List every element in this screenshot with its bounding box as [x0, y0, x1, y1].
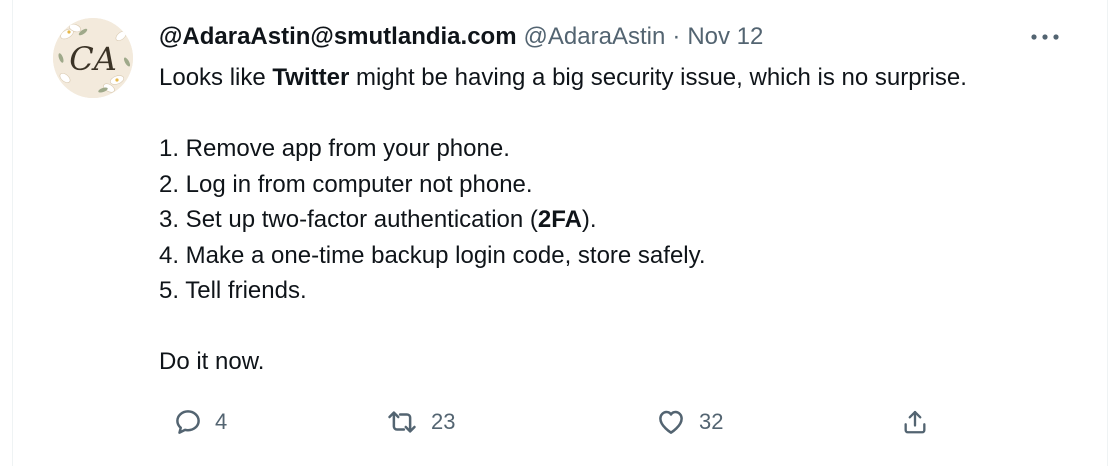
retweet-button[interactable]: 23	[385, 398, 455, 446]
step-1: 1. Remove app from your phone.	[159, 135, 510, 162]
step-2: 2. Log in from computer not phone.	[159, 170, 533, 198]
closing-line: Do it now.	[159, 348, 265, 375]
svg-text:CA: CA	[69, 40, 117, 78]
action-bar: 4 23 32	[159, 398, 929, 446]
like-button[interactable]: 32	[655, 398, 723, 446]
ellipsis-horizontal-icon	[1031, 34, 1059, 40]
tweet-card[interactable]: CA @AdaraAstin@smutlandia.com @AdaraAsti…	[12, 0, 1108, 466]
display-name[interactable]: @AdaraAstin@smutlandia.com	[159, 23, 517, 51]
step-3: 3. Set up two-factor authentication (2FA…	[159, 206, 597, 233]
share-icon	[904, 410, 926, 434]
bold-2fa: 2FA	[537, 206, 582, 233]
avatar-image: CA	[53, 18, 133, 98]
bold-twitter: Twitter	[272, 64, 350, 91]
reply-icon	[176, 410, 200, 434]
separator-dot: ·	[672, 23, 681, 50]
share-button[interactable]	[901, 398, 929, 446]
reply-button[interactable]: 4	[173, 398, 227, 446]
avatar[interactable]: CA	[53, 18, 133, 98]
user-handle[interactable]: @AdaraAstin	[524, 23, 666, 51]
step-4: 4. Make a one-time backup login code, st…	[159, 241, 706, 269]
heart-icon	[659, 410, 683, 434]
intro-line: Looks like Twitter might be having a big…	[159, 64, 967, 91]
tweet-date[interactable]: Nov 12	[687, 23, 763, 51]
like-count: 32	[699, 409, 724, 434]
retweet-count: 23	[431, 409, 456, 434]
more-options-button[interactable]	[1025, 24, 1065, 50]
tweet-header: @AdaraAstin@smutlandia.com @AdaraAstin ·…	[159, 20, 763, 54]
step-5: 5. Tell friends.	[159, 277, 307, 304]
tweet-text: Looks like Twitter might be having a big…	[159, 60, 1079, 380]
retweet-icon	[388, 411, 416, 433]
reply-count: 4	[215, 409, 228, 434]
